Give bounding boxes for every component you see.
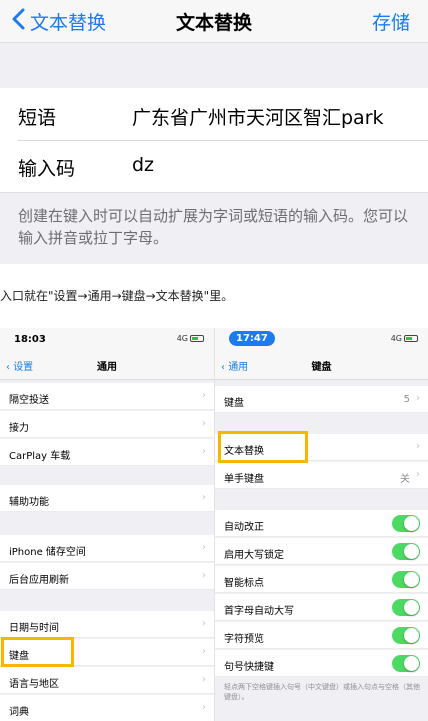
item-label: 智能标点 (224, 578, 264, 589)
hint-section: 创建在键入时可以自动扩展为字词或短语的输入码。您可以输入拼音或拉丁字母。 (0, 192, 428, 264)
toggle-row-auto-capitalize: 首字母自动大写 (215, 594, 428, 621)
shortcut-row[interactable]: 输入码 dz (0, 141, 428, 191)
auto-capitalize-toggle[interactable] (392, 599, 420, 616)
battery-icon (190, 335, 204, 342)
chevron-right-icon: › (202, 542, 206, 553)
caption-text: 入口就在"设置→通用→键盘→文本替换"里。 (0, 289, 234, 303)
item-label: 单手键盘 (224, 474, 264, 485)
network-type: 4G (390, 334, 402, 343)
status-time: 18:03 (14, 334, 46, 345)
item-label: 隔空投送 (9, 395, 49, 406)
keyboard-highlight-box (1, 637, 74, 667)
chevron-right-icon: › (416, 393, 420, 404)
toggle-row-caps-lock: 启用大写锁定 (215, 538, 428, 565)
keyboard-settings-screenshot: 17:47 4G ‹ 通用 键盘 键盘 5 › 文本替换 › 单手键盘关 › 自动改正 … (214, 328, 428, 721)
list-item-storage[interactable]: iPhone 储存空间 › (0, 535, 214, 562)
character-preview-toggle[interactable] (392, 627, 420, 644)
chevron-right-icon: › (416, 441, 420, 452)
general-nav-bar: ‹ 设置 通用 (0, 350, 214, 380)
toggle-row-smart-punctuation: 智能标点 (215, 566, 428, 593)
phrase-input[interactable]: 广东省广州市天河区智汇park (132, 103, 384, 130)
item-label: 辅助功能 (9, 497, 49, 508)
item-label: 句号快捷键 (224, 662, 274, 673)
list-item-handoff[interactable]: 接力 › (0, 411, 214, 438)
toggle-row-character-preview: 字符预览 (215, 622, 428, 649)
chevron-right-icon: › (202, 570, 206, 581)
item-label: 语言与地区 (9, 679, 59, 690)
item-label: 键盘 (224, 398, 244, 409)
period-shortcut-toggle[interactable] (392, 655, 420, 672)
general-settings-screenshot: 18:03 4G ‹ 设置 通用 隔空投送 › 接力 › CarPlay 车载 › 辅… (0, 328, 214, 721)
status-time: 17:47 (229, 331, 275, 346)
signal-indicator: 4G (391, 334, 418, 343)
text-replacement-highlight-box (218, 431, 308, 463)
general-title: 通用 (97, 362, 117, 373)
phrase-row[interactable]: 短语 广东省广州市天河区智汇park (0, 90, 428, 140)
chevron-right-icon: › (416, 469, 420, 480)
keyboard-title: 键盘 (311, 362, 332, 373)
smart-punctuation-toggle[interactable] (392, 571, 420, 588)
list-item-carplay[interactable]: CarPlay 车载 › (0, 439, 214, 466)
list-item-language-region[interactable]: 语言与地区 › (0, 667, 214, 694)
phrase-label: 短语 (18, 107, 57, 129)
hint-text: 创建在键入时可以自动扩展为字词或短语的输入码。您可以输入拼音或拉丁字母。 (18, 207, 409, 247)
keyboards-row[interactable]: 键盘 5 › (215, 386, 428, 413)
list-item-date-time[interactable]: 日期与时间 › (0, 611, 214, 638)
one-handed-keyboard-row[interactable]: 单手键盘 关 › (215, 462, 428, 489)
chevron-right-icon: › (202, 646, 206, 657)
toggle-row-period-shortcut: 句号快捷键 (215, 650, 428, 677)
chevron-right-icon: › (202, 418, 206, 429)
chevron-right-icon: › (202, 446, 206, 457)
item-label: 字符预览 (224, 634, 264, 645)
status-bar: 17:47 4G (215, 328, 428, 350)
signal-indicator: 4G (177, 334, 204, 343)
navigation-bar: 文本替换 文本替换 存储 (0, 0, 428, 42)
period-shortcut-footnote: 轻点两下空格键插入句号（中文键盘）或插入句点与空格（其他键盘）。 (224, 683, 420, 701)
auto-correct-toggle[interactable] (392, 515, 420, 532)
shortcut-label: 输入码 (18, 158, 76, 180)
list-item-dictionary[interactable]: 词典 › (0, 695, 214, 721)
list-item-accessibility[interactable]: 辅助功能 › (0, 485, 214, 512)
chevron-right-icon: › (202, 702, 206, 713)
item-label: CarPlay 车载 (9, 451, 71, 462)
chevron-right-icon: › (202, 390, 206, 401)
caps-lock-toggle[interactable] (392, 543, 420, 560)
shortcut-input[interactable]: dz (132, 154, 154, 176)
chevron-right-icon: › (202, 618, 206, 629)
section-spacer (0, 42, 428, 88)
keyboard-nav-bar: ‹ 通用 键盘 (215, 350, 428, 380)
item-label: 日期与时间 (9, 623, 59, 634)
chevron-right-icon: › (202, 674, 206, 685)
item-label: 后台应用刷新 (9, 575, 69, 586)
item-label: iPhone 储存空间 (9, 547, 86, 558)
status-bar: 18:03 4G (0, 328, 214, 350)
item-label: 自动改正 (224, 522, 264, 533)
list-item-airdrop[interactable]: 隔空投送 › (0, 383, 214, 410)
list-item-background-refresh[interactable]: 后台应用刷新 › (0, 563, 214, 590)
save-button[interactable]: 存储 (372, 8, 410, 35)
one-hand-value: 关 (400, 474, 410, 485)
page-title: 文本替换 (175, 12, 252, 34)
item-label: 启用大写锁定 (224, 550, 284, 561)
item-label: 首字母自动大写 (224, 606, 294, 617)
toggle-row-auto-correct: 自动改正 (215, 510, 428, 537)
keyboards-count: 5 (403, 394, 410, 405)
network-type: 4G (176, 334, 188, 343)
item-label: 词典 (9, 707, 29, 718)
chevron-right-icon: › (202, 492, 206, 503)
battery-icon (404, 335, 418, 342)
item-label: 接力 (9, 423, 29, 434)
